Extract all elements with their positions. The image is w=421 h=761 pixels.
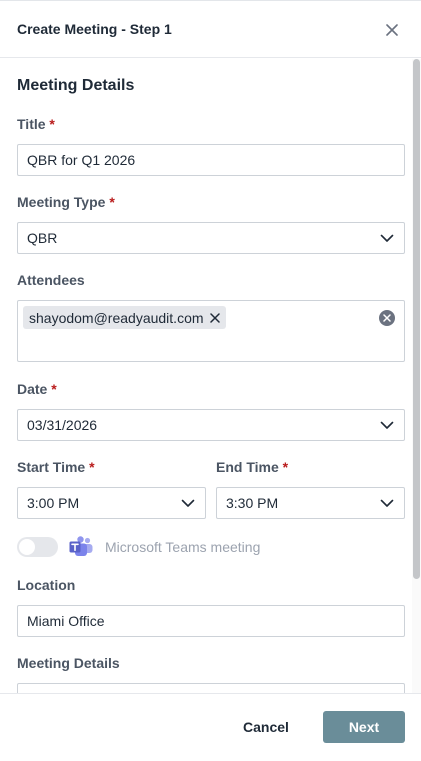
location-value: Miami Office <box>27 613 105 629</box>
meeting-type-label: Meeting Type * <box>17 194 115 210</box>
close-icon <box>386 24 398 36</box>
chevron-down-icon <box>380 234 394 242</box>
required-mark: * <box>51 381 57 397</box>
end-time-select[interactable]: 3:30 PM <box>216 487 405 519</box>
title-value: QBR for Q1 2026 <box>27 152 136 168</box>
required-mark: * <box>282 459 289 475</box>
meeting-type-select[interactable]: QBR <box>17 222 405 254</box>
location-label: Location <box>17 577 76 593</box>
cancel-button[interactable]: Cancel <box>237 711 295 743</box>
end-time-value: 3:30 PM <box>226 495 279 511</box>
dialog-footer: Cancel Next <box>0 693 421 761</box>
teams-meeting-label: Microsoft Teams meeting <box>105 539 261 555</box>
attendee-email: shayodom@readyaudit.com <box>29 309 204 326</box>
section-title: Meeting Details <box>17 77 135 94</box>
chevron-down-icon <box>380 499 394 507</box>
toggle-knob <box>19 539 35 555</box>
dialog-header: Create Meeting - Step 1 <box>0 2 421 58</box>
attendee-chip: shayodom@readyaudit.com <box>23 306 226 329</box>
teams-meeting-toggle[interactable] <box>17 537 58 557</box>
close-button[interactable] <box>381 19 403 41</box>
clear-circle-icon <box>383 314 391 322</box>
attendees-input[interactable]: shayodom@readyaudit.com <box>17 300 405 362</box>
microsoft-teams-icon <box>69 536 93 556</box>
required-mark: * <box>109 194 115 210</box>
end-time-label: End Time * <box>216 459 289 475</box>
title-label: Title * <box>17 116 55 132</box>
location-input[interactable]: Miami Office <box>17 605 405 637</box>
required-mark: * <box>89 459 95 475</box>
required-mark: * <box>49 116 55 132</box>
create-meeting-dialog: Create Meeting - Step 1 Meeting Details … <box>0 0 421 761</box>
dialog-body[interactable]: Meeting Details Title * QBR for Q1 2026 … <box>0 59 421 693</box>
chevron-down-icon <box>181 499 195 507</box>
next-button[interactable]: Next <box>323 711 405 743</box>
date-picker[interactable]: 03/31/2026 <box>17 409 405 441</box>
dialog-title: Create Meeting - Step 1 <box>17 21 172 37</box>
attendees-label: Attendees <box>17 272 85 288</box>
date-value: 03/31/2026 <box>27 417 98 433</box>
remove-attendee-button[interactable] <box>209 312 220 323</box>
chevron-down-icon <box>380 421 394 429</box>
clear-attendees-button[interactable] <box>379 310 395 326</box>
close-icon <box>209 312 220 323</box>
title-input[interactable]: QBR for Q1 2026 <box>17 144 405 176</box>
date-label: Date * <box>17 381 57 397</box>
scrollbar-thumb[interactable] <box>413 59 420 579</box>
meeting-details-label: Meeting Details <box>17 655 120 671</box>
start-time-label: Start Time * <box>17 459 95 475</box>
start-time-select[interactable]: 3:00 PM <box>17 487 206 519</box>
start-time-value: 3:00 PM <box>27 495 80 511</box>
meeting-details-textarea[interactable] <box>17 683 405 693</box>
meeting-type-value: QBR <box>27 230 58 246</box>
